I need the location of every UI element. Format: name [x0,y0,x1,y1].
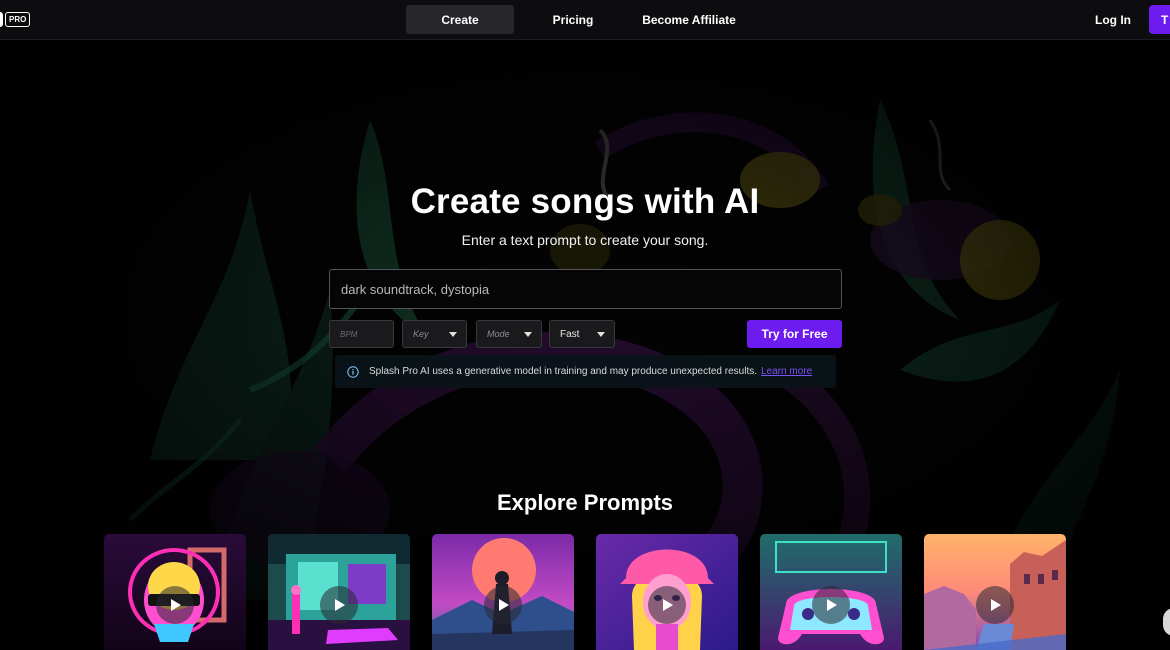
chevron-down-icon [597,332,605,337]
speed-select[interactable]: Fast [549,320,615,348]
play-icon [335,599,345,611]
logo-mark [0,12,3,27]
play-icon [499,599,509,611]
play-button[interactable] [648,586,686,624]
nav-become-affiliate[interactable]: Become Affiliate [631,5,747,34]
key-select[interactable]: Key [402,320,467,348]
generative-model-notice: Splash Pro AI uses a generative model in… [335,355,836,388]
prompt-input[interactable] [329,269,842,309]
page-subtitle: Enter a text prompt to create your song. [461,232,709,248]
play-icon [991,599,1001,611]
prompt-card[interactable] [924,534,1066,650]
prompt-card[interactable] [596,534,738,650]
prompt-card[interactable] [432,534,574,650]
login-link[interactable]: Log In [1086,5,1140,34]
logo-pro-badge: PRO [5,12,31,27]
prompt-card[interactable] [268,534,410,650]
mode-select[interactable]: Mode [476,320,542,348]
bpm-placeholder: BPM [340,329,358,339]
prompt-card[interactable] [760,534,902,650]
play-button[interactable] [320,586,358,624]
top-navigation-bar: PRO Create Pricing Become Affiliate Log … [0,0,1170,40]
speed-select-label: Fast [560,328,580,340]
mode-select-label: Mode [487,329,510,339]
play-icon [827,599,837,611]
notice-text: Splash Pro AI uses a generative model in… [369,366,758,377]
header-cta-button[interactable]: T [1149,5,1170,34]
try-for-free-button[interactable]: Try for Free [747,320,842,348]
page-title: Create songs with AI [410,182,760,221]
chevron-down-icon [449,332,457,337]
logo[interactable]: PRO [0,11,31,28]
play-icon [663,599,673,611]
key-select-label: Key [413,329,429,339]
prompt-card[interactable] [104,534,246,650]
learn-more-link[interactable]: Learn more [761,366,812,377]
play-button[interactable] [484,586,522,624]
nav-pricing[interactable]: Pricing [534,5,612,34]
chevron-down-icon [524,332,532,337]
info-icon [347,365,359,378]
play-button[interactable] [156,586,194,624]
play-button[interactable] [976,586,1014,624]
bpm-input[interactable]: BPM [329,320,394,348]
explore-prompts-heading: Explore Prompts [496,490,674,515]
nav-create[interactable]: Create [406,5,514,34]
play-icon [171,599,181,611]
play-button[interactable] [812,586,850,624]
